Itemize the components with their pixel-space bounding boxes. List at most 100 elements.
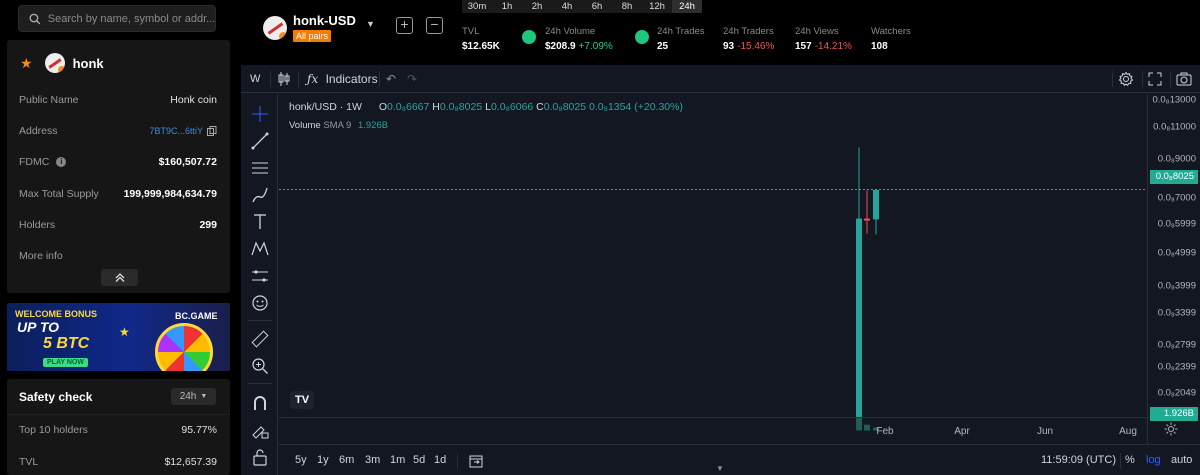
chart-legend: honk/USD · 1W O0.0₈6667 H0.0₈8025 L0.0₈6… bbox=[289, 101, 683, 113]
timeframe-tabs: 30m 1h 2h 4h 6h 8h 12h 24h bbox=[462, 0, 702, 13]
volume-icon bbox=[522, 30, 536, 44]
range-5y[interactable]: 5y bbox=[295, 445, 307, 475]
banner-brand: BC.GAME bbox=[175, 311, 218, 321]
safety-period-select[interactable]: 24h ▼ bbox=[171, 388, 216, 405]
search-input[interactable] bbox=[47, 12, 215, 25]
token-header: ★ honk bbox=[20, 48, 104, 78]
zoom-in-icon[interactable] bbox=[250, 356, 270, 376]
pair-name[interactable]: honk-USD bbox=[293, 13, 356, 28]
more-info-link[interactable]: More info bbox=[19, 246, 217, 266]
tab-30m[interactable]: 30m bbox=[462, 0, 492, 13]
undo-icon[interactable]: ↶ bbox=[386, 65, 396, 93]
stat-watchers: Watchers 108 bbox=[871, 26, 911, 52]
range-6m[interactable]: 6m bbox=[339, 445, 354, 475]
lock-icon[interactable] bbox=[250, 447, 270, 467]
tab-8h[interactable]: 8h bbox=[612, 0, 642, 13]
star-decoration-icon: ★ bbox=[119, 325, 130, 339]
last-price-tag: 0.0₈8025 bbox=[1150, 170, 1198, 184]
ruler-icon[interactable] bbox=[250, 329, 270, 349]
tradingview-logo[interactable]: TV bbox=[290, 391, 314, 409]
minimize-button[interactable]: − bbox=[426, 17, 443, 34]
play-now-button[interactable]: PLAY NOW bbox=[43, 358, 88, 367]
stat-volume: 24h Volume $208.9 +7.09% bbox=[545, 26, 613, 52]
date-range-icon[interactable] bbox=[469, 445, 483, 475]
tab-12h[interactable]: 12h bbox=[642, 0, 672, 13]
legend-symbol: honk/USD · 1W bbox=[289, 101, 362, 113]
search-icon bbox=[29, 13, 41, 24]
percent-toggle[interactable]: % bbox=[1125, 445, 1135, 475]
tab-24h[interactable]: 24h bbox=[672, 0, 702, 13]
stat-trades: 24h Trades 25 bbox=[657, 26, 705, 52]
brush-icon[interactable] bbox=[250, 185, 270, 205]
time-label-apr: Apr bbox=[954, 426, 970, 437]
volume-tag: 1.926B bbox=[1150, 407, 1198, 421]
tab-4h[interactable]: 4h bbox=[552, 0, 582, 13]
stat-traders: 24h Traders 93 -15.46% bbox=[723, 26, 775, 52]
pattern-icon[interactable] bbox=[250, 239, 270, 259]
camera-icon[interactable] bbox=[1176, 65, 1192, 93]
chart-plot-area[interactable] bbox=[279, 94, 1147, 444]
info-row-fdmc: FDMC i $160,507.72 bbox=[19, 156, 217, 168]
trend-line-icon[interactable] bbox=[250, 131, 270, 151]
range-1m[interactable]: 1m bbox=[390, 445, 405, 475]
prize-wheel bbox=[155, 323, 213, 371]
magnet-icon[interactable] bbox=[250, 393, 270, 413]
token-name: honk bbox=[72, 55, 104, 71]
pair-logo bbox=[263, 16, 287, 40]
legend-ohlc: O0.0₈6667 H0.0₈8025 L0.0₈6066 C0.0₈8025 … bbox=[378, 101, 683, 113]
fullscreen-icon[interactable] bbox=[1148, 65, 1162, 93]
star-icon[interactable]: ★ bbox=[20, 55, 33, 72]
time-label-jun: Jun bbox=[1036, 426, 1054, 437]
fx-icon: ƒx bbox=[307, 72, 319, 86]
safety-check-card: Safety check 24h ▼ Top 10 holders 95.77% … bbox=[7, 379, 230, 475]
copy-icon[interactable] bbox=[207, 126, 217, 136]
stat-tvl: TVL $12.65K bbox=[462, 26, 500, 52]
range-3m[interactable]: 3m bbox=[365, 445, 380, 475]
safety-row-top10: Top 10 holders 95.77% bbox=[19, 424, 217, 436]
text-icon[interactable] bbox=[250, 212, 270, 232]
candles-icon[interactable] bbox=[277, 65, 291, 93]
range-1y[interactable]: 1y bbox=[317, 445, 329, 475]
pair-header: 30m 1h 2h 4h 6h 8h 12h 24h honk-USD All … bbox=[241, 0, 1200, 60]
crosshair-icon[interactable] bbox=[250, 104, 270, 124]
log-toggle[interactable]: log bbox=[1146, 445, 1161, 475]
ruler-lines-icon[interactable] bbox=[250, 266, 270, 286]
token-info-card: ★ honk Public Name Honk coin Address 7BT… bbox=[7, 40, 230, 293]
price-axis[interactable]: 0.0₈13000 0.0₈11000 0.0₈9000 0.0₈7000 0.… bbox=[1147, 94, 1200, 444]
stat-views: 24h Views 157 -14.21% bbox=[795, 26, 852, 52]
indicators-button[interactable]: ƒx Indicators bbox=[307, 65, 378, 93]
info-row-holders: Holders 299 bbox=[19, 219, 217, 231]
utc-clock[interactable]: 11:59:09 (UTC) bbox=[1041, 445, 1116, 475]
horizontal-lines-icon[interactable] bbox=[250, 158, 270, 178]
time-axis[interactable]: Feb Apr Jun Aug bbox=[279, 417, 1178, 444]
settings-icon[interactable] bbox=[1118, 65, 1134, 93]
chevron-down-icon[interactable]: ▼ bbox=[716, 464, 724, 473]
tab-1h[interactable]: 1h bbox=[492, 0, 522, 13]
volume-legend: Volume SMA 9 1.926B bbox=[289, 120, 389, 131]
auto-toggle[interactable]: auto bbox=[1171, 445, 1192, 475]
candle-body bbox=[873, 189, 879, 220]
all-pairs-badge[interactable]: All pairs bbox=[293, 30, 332, 42]
search-box[interactable] bbox=[18, 5, 216, 32]
emoji-icon[interactable] bbox=[250, 293, 270, 313]
lock-drawing-icon[interactable] bbox=[250, 420, 270, 440]
caret-down-icon[interactable]: ▼ bbox=[366, 19, 375, 29]
collapse-button[interactable] bbox=[101, 269, 138, 286]
tab-6h[interactable]: 6h bbox=[582, 0, 612, 13]
tab-2h[interactable]: 2h bbox=[522, 0, 552, 13]
trades-icon bbox=[635, 30, 649, 44]
token-logo bbox=[44, 53, 65, 73]
chart-panel: W ƒx Indicators ↶ ↷ honk/USD · 1W O0.0₈6… bbox=[241, 65, 1200, 475]
interval-button[interactable]: W bbox=[250, 65, 260, 93]
chart-bottom-bar: 5y 1y 6m 3m 1m 5d 1d 11:59:09 (UTC) % lo… bbox=[279, 444, 1200, 475]
add-button[interactable]: + bbox=[396, 17, 413, 34]
address-link[interactable]: 7BT9C...6ttiY bbox=[149, 126, 217, 136]
chevron-up-icon bbox=[115, 273, 124, 282]
range-1d[interactable]: 1d bbox=[434, 445, 446, 475]
redo-icon[interactable]: ↷ bbox=[407, 65, 417, 93]
range-5d[interactable]: 5d bbox=[413, 445, 425, 475]
axis-settings-icon[interactable] bbox=[1164, 422, 1178, 439]
info-icon[interactable]: i bbox=[56, 157, 67, 167]
ad-banner[interactable]: WELCOME BONUS UP TO 5 BTC PLAY NOW ★ BC.… bbox=[7, 303, 230, 371]
drawing-toolbar bbox=[241, 94, 278, 475]
